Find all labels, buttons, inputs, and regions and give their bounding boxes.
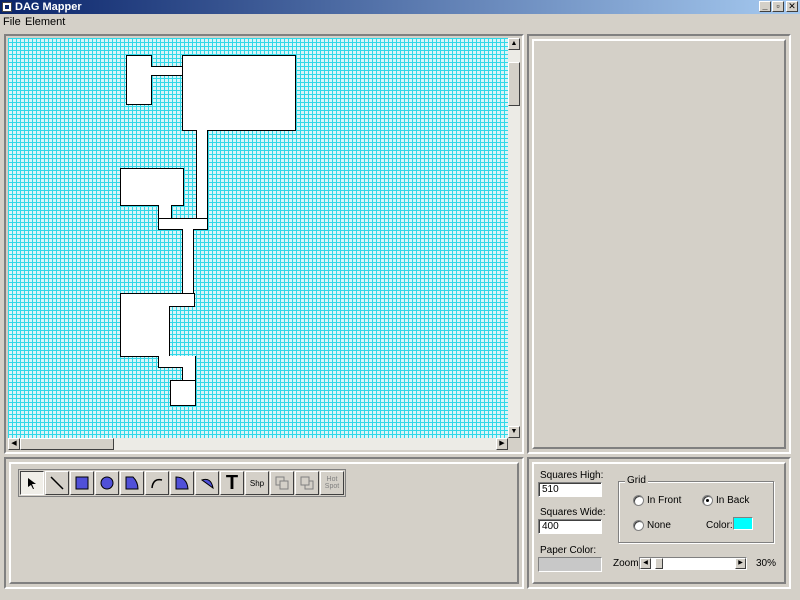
paper-color-swatch[interactable] (538, 557, 602, 572)
grid-in-front-radio[interactable] (633, 495, 644, 506)
hot-spot-tool-button[interactable]: Hot Spot (320, 471, 344, 495)
map-corridor[interactable] (169, 293, 195, 307)
bring-front-tool-button[interactable] (270, 471, 294, 495)
maximize-button[interactable]: ▫ (772, 1, 784, 12)
zoom-label: Zoom: (613, 558, 642, 569)
menu-element[interactable]: Element (25, 16, 65, 28)
zoom-value: 30% (756, 558, 777, 569)
horizontal-scroll-thumb[interactable] (20, 438, 114, 450)
pointer-icon (28, 478, 36, 489)
scroll-left-button[interactable]: ◀ (8, 438, 20, 450)
close-button[interactable]: ✕ (786, 1, 798, 12)
send-back-tool-button[interactable] (295, 471, 319, 495)
polygon-icon (125, 476, 139, 490)
menu-bar: File Element (0, 14, 800, 30)
zoom-decrease-button[interactable]: ◀ (640, 558, 651, 569)
map-vertical-scrollbar[interactable]: ▲ ▼ (508, 38, 520, 438)
zoom-slider-thumb[interactable] (654, 558, 663, 569)
rectangle-icon (75, 476, 89, 490)
map-corridor[interactable] (182, 229, 194, 295)
bring-front-icon (275, 476, 289, 490)
toolbar: T Shp Hot Spot (18, 469, 346, 497)
map-canvas[interactable] (8, 38, 508, 438)
window-title: DAG Mapper (15, 1, 82, 13)
zoom-slider[interactable]: ◀ ▶ (639, 557, 747, 570)
map-room[interactable] (120, 293, 170, 357)
rectangle-tool-button[interactable] (70, 471, 94, 495)
scroll-down-button[interactable]: ▼ (508, 426, 520, 438)
paper-color-label: Paper Color: (540, 545, 597, 556)
map-room[interactable] (120, 168, 184, 206)
squares-wide-label: Squares Wide: (540, 507, 606, 518)
pie-tool-button[interactable] (170, 471, 194, 495)
grid-in-front-label[interactable]: In Front (647, 495, 681, 506)
map-room[interactable] (182, 55, 296, 131)
minimize-button[interactable]: _ (759, 1, 771, 12)
text-tool-button[interactable]: T (220, 471, 244, 495)
pie-icon (175, 476, 189, 490)
map-room[interactable] (126, 55, 152, 105)
line-icon (50, 476, 64, 490)
vertical-scroll-thumb[interactable] (508, 62, 520, 106)
shape-tool-button[interactable]: Shp (245, 471, 269, 495)
map-corridor[interactable] (182, 367, 196, 381)
chord-icon (200, 478, 214, 490)
grid-none-radio[interactable] (633, 520, 644, 531)
arc-tool-button[interactable] (145, 471, 169, 495)
polygon-tool-button[interactable] (120, 471, 144, 495)
send-back-icon (300, 476, 314, 490)
grid-color-swatch[interactable] (733, 517, 753, 530)
app-icon[interactable] (2, 2, 12, 12)
grid-groupbox: Grid (618, 475, 774, 543)
grid-in-back-radio[interactable] (702, 495, 713, 506)
select-tool-button[interactable] (20, 471, 44, 495)
map-corridor[interactable] (151, 66, 183, 76)
grid-color-label: Color: (706, 520, 733, 531)
chord-tool-button[interactable] (195, 471, 219, 495)
squares-high-label: Squares High: (540, 470, 604, 481)
line-tool-button[interactable] (45, 471, 69, 495)
circle-tool-button[interactable] (95, 471, 119, 495)
grid-in-back-label[interactable]: In Back (716, 495, 749, 506)
grid-none-label[interactable]: None (647, 520, 671, 531)
shape-icon: Shp (249, 478, 265, 488)
grid-group-title: Grid (625, 475, 648, 486)
circle-icon (100, 476, 114, 490)
map-room[interactable] (170, 380, 196, 406)
map-horizontal-scrollbar[interactable]: ◀ ▶ (8, 438, 508, 450)
scroll-right-button[interactable]: ▶ (496, 438, 508, 450)
squares-wide-input[interactable]: 400 (538, 519, 602, 534)
hot-spot-icon: Hot Spot (324, 476, 340, 490)
preview-area (532, 39, 786, 449)
text-icon: T (225, 472, 239, 494)
menu-file[interactable]: File (3, 16, 21, 28)
arc-icon (151, 478, 163, 489)
map-corridor[interactable] (196, 130, 208, 223)
squares-high-input[interactable]: 510 (538, 482, 602, 497)
scroll-up-button[interactable]: ▲ (508, 38, 520, 50)
scrollbar-corner (508, 438, 520, 450)
title-bar: DAG Mapper _ ▫ ✕ (0, 0, 800, 14)
zoom-increase-button[interactable]: ▶ (735, 558, 746, 569)
